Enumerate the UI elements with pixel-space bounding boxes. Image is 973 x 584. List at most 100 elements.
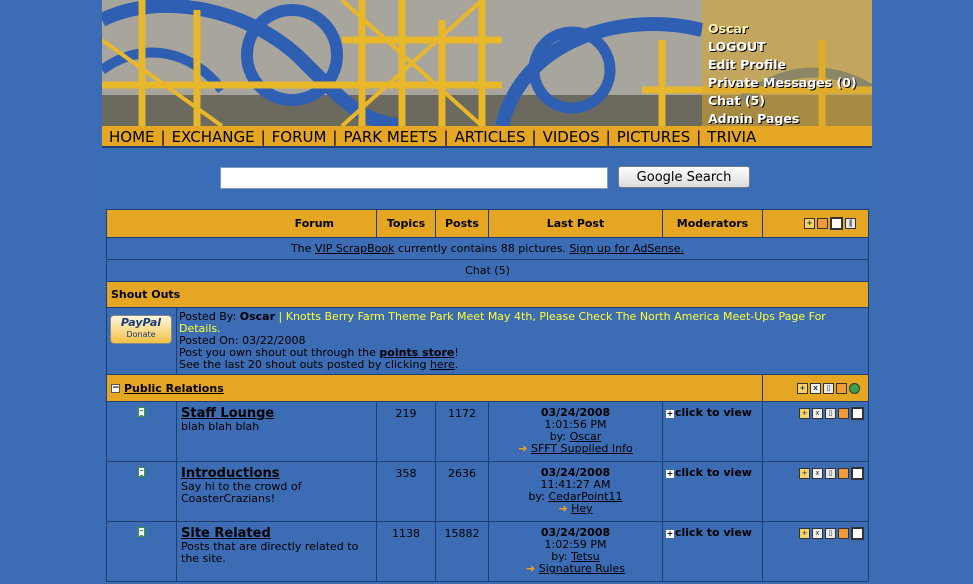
chat-link[interactable]: Chat (5) [708, 92, 857, 110]
forum-info-cell: Site Related Posts that are directly rel… [176, 521, 377, 582]
nav-separator: | [260, 128, 266, 146]
delete-icon[interactable]: ▯ [825, 527, 836, 539]
nav-pictures[interactable]: PICTURES [617, 128, 691, 146]
lock-icon[interactable]: x [812, 467, 823, 479]
paypal-logo: PayPal [120, 316, 162, 329]
edit-profile-link[interactable]: Edit Profile [708, 56, 857, 74]
nav-separator: | [332, 128, 338, 146]
paypal-donate-label: Donate [126, 330, 156, 339]
last-post-thread-link[interactable]: Hey [571, 502, 593, 515]
print-icon[interactable] [830, 217, 843, 231]
last-post-cell: 03/24/2008 1:02:59 PM by: Tetsu ➜ Signat… [488, 521, 663, 582]
posts-count: 2636 [435, 461, 489, 522]
logout-link[interactable]: LOGOUT [708, 38, 857, 56]
forum-info-cell: Staff Lounge blah blah blah [176, 401, 377, 462]
nav-park-meets[interactable]: PARK MEETS [343, 128, 437, 146]
arrow-right-icon: ➜ [558, 502, 568, 515]
scrapbook-middle: currently contains 88 pictures. [397, 242, 566, 255]
forum-staff-lounge-link[interactable]: Staff Lounge [181, 406, 376, 421]
moderators-cell: + click to view [662, 521, 763, 582]
forum-description: Say hi to the crowd of CoasterCrazians! [181, 480, 302, 505]
shoutouts-here-link[interactable]: here [430, 358, 455, 371]
private-messages-link[interactable]: Private Messages (0) [708, 74, 857, 92]
last-post-cell: 03/24/2008 1:01:56 PM by: Oscar ➜ SFFT S… [488, 401, 663, 462]
globe-icon[interactable] [849, 383, 860, 394]
google-search-button[interactable]: Google Search [618, 166, 750, 188]
posts-count: 15882 [435, 521, 489, 582]
nav-home[interactable]: HOME [109, 128, 155, 146]
subscribe-icon[interactable]: ‖ [845, 218, 856, 230]
forum-status-icon [138, 467, 145, 477]
expand-plus-icon[interactable]: + [666, 470, 674, 478]
chat-line[interactable]: Chat (5) [106, 259, 869, 282]
lock-icon[interactable]: x [812, 527, 823, 539]
nav-exchange[interactable]: EXCHANGE [172, 128, 255, 146]
category-public-relations-link[interactable]: Public Relations [124, 382, 224, 395]
edit-icon[interactable] [838, 407, 849, 419]
last-post-thread-link[interactable]: SFFT Supplied Info [531, 442, 633, 455]
expand-plus-icon[interactable]: + [666, 410, 674, 418]
edit-icon[interactable] [838, 467, 849, 479]
subscribe-icon[interactable] [851, 466, 864, 480]
last-post-thread-link[interactable]: Signature Rules [539, 562, 625, 575]
bookmark-icon[interactable] [817, 218, 828, 230]
moderators-link[interactable]: click to view [675, 526, 752, 539]
nav-forum[interactable]: FORUM [272, 128, 327, 146]
nav-articles[interactable]: ARTICLES [455, 128, 526, 146]
admin-pages-link[interactable]: Admin Pages [708, 110, 857, 126]
user-menu: Oscar LOGOUT Edit Profile Private Messag… [708, 20, 857, 126]
nav-videos[interactable]: VIDEOS [543, 128, 600, 146]
adsense-link[interactable]: Sign up for AdSense. [569, 242, 684, 255]
shoutout-text: Posted By: Oscar | Knotts Berry Farm The… [176, 307, 869, 375]
delete-icon[interactable]: ▯ [823, 383, 834, 394]
scrapbook-row: The VIP ScrapBook currently contains 88 … [106, 237, 869, 260]
collapse-icon[interactable]: − [111, 384, 120, 393]
delete-icon[interactable]: ▯ [825, 407, 836, 419]
forum-status-icon [138, 527, 145, 537]
edit-icon[interactable] [838, 527, 849, 539]
username-link[interactable]: Oscar [708, 20, 857, 38]
forum-status-icon [138, 407, 145, 417]
scrapbook-line: The VIP ScrapBook currently contains 88 … [106, 237, 869, 260]
forum-actions: + x ▯ [762, 401, 869, 462]
last-post-cell: 03/24/2008 11:41:27 AM by: CedarPoint11 … [488, 461, 663, 522]
subscribe-icon[interactable] [851, 526, 864, 540]
by-label: by: [528, 490, 545, 503]
topics-count: 1138 [376, 521, 436, 582]
new-topic-icon[interactable]: + [799, 527, 810, 539]
header-forum: Forum [106, 209, 377, 238]
nav-separator: | [443, 128, 449, 146]
edit-icon[interactable] [836, 383, 847, 394]
main-nav: HOME | EXCHANGE | FORUM | PARK MEETS | ARTICLES |… [102, 126, 872, 148]
category-actions: + x ▯ [762, 374, 869, 402]
search-input[interactable] [220, 167, 608, 189]
new-topic-icon[interactable]: + [804, 218, 815, 230]
forum-description: blah blah blah [181, 420, 260, 433]
moderators-cell: + click to view [662, 401, 763, 462]
forum-info-cell: Introductions Say hi to the crowd of Coa… [176, 461, 377, 522]
vip-scrapbook-link[interactable]: VIP ScrapBook [315, 242, 395, 255]
lock-icon[interactable]: x [812, 407, 823, 419]
pipe-separator: | [278, 310, 283, 323]
subscribe-icon[interactable] [851, 406, 864, 420]
lock-icon[interactable]: x [810, 383, 821, 394]
delete-icon[interactable]: ▯ [825, 467, 836, 479]
page-container: Oscar LOGOUT Edit Profile Private Messag… [102, 0, 872, 584]
search-bar: Google Search [102, 152, 872, 206]
moderators-cell: + click to view [662, 461, 763, 522]
table-row: Site Related Posts that are directly rel… [106, 521, 869, 582]
moderators-link[interactable]: click to view [675, 466, 752, 479]
topics-count: 219 [376, 401, 436, 462]
new-topic-icon[interactable]: + [797, 383, 808, 394]
nav-trivia[interactable]: TRIVIA [707, 128, 756, 146]
forum-introductions-link[interactable]: Introductions [181, 466, 376, 481]
new-topic-icon[interactable]: + [799, 467, 810, 479]
forum-site-related-link[interactable]: Site Related [181, 526, 376, 541]
expand-plus-icon[interactable]: + [666, 530, 674, 538]
new-topic-icon[interactable]: + [799, 407, 810, 419]
forum-actions: + x ▯ [762, 521, 869, 582]
posts-count: 1172 [435, 401, 489, 462]
paypal-donate-button[interactable]: PayPal Donate [110, 315, 172, 344]
moderators-link[interactable]: click to view [675, 406, 752, 419]
chat-row: Chat (5) [106, 259, 869, 282]
